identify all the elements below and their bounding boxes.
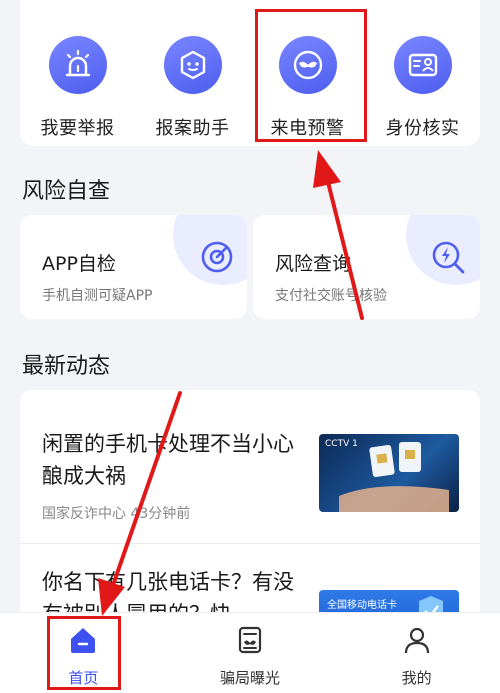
feature-label: 身份核实 bbox=[385, 118, 460, 139]
mask-call-warning-icon bbox=[278, 36, 337, 94]
feature-id-verify[interactable]: 身份核实 bbox=[365, 0, 480, 146]
risk-card-app-check[interactable]: APP自检 手机自测可疑APP bbox=[20, 215, 247, 319]
nav-scam-exposure[interactable]: 骗局曝光 bbox=[167, 613, 334, 693]
lightning-search-icon bbox=[430, 239, 468, 281]
feature-label: 我要举报 bbox=[40, 118, 115, 139]
robot-assistant-icon bbox=[163, 36, 222, 94]
annotation-arrowhead-up bbox=[313, 150, 341, 188]
feature-label: 报案助手 bbox=[155, 118, 230, 139]
risk-card-risk-query[interactable]: 风险查询 支付社交账号核验 bbox=[253, 215, 480, 319]
news-thumbnail: CCTV 1 bbox=[319, 434, 459, 512]
news-meta: 国家反诈中心 43分钟前 bbox=[42, 503, 190, 523]
news-time: 43分钟前 bbox=[130, 506, 191, 522]
feature-report[interactable]: 我要举报 bbox=[20, 0, 135, 146]
bottom-navbar: 首页 骗局曝光 我的 bbox=[0, 612, 500, 693]
id-card-icon bbox=[393, 36, 452, 94]
nav-label: 我的 bbox=[401, 669, 432, 687]
section-title-news: 最新动态 bbox=[22, 354, 111, 379]
feature-case-assistant[interactable]: 报案助手 bbox=[135, 0, 250, 146]
risk-card-title: 风险查询 bbox=[275, 253, 352, 275]
nav-label: 骗局曝光 bbox=[220, 669, 281, 687]
news-list: 闲置的手机卡处理不当小心酿成大祸 国家反诈中心 43分钟前 CCTV 1 你名下… bbox=[20, 390, 480, 630]
feature-call-warning[interactable]: 来电预警 bbox=[250, 0, 365, 146]
nav-mine[interactable]: 我的 bbox=[333, 613, 500, 693]
nav-home[interactable]: 首页 bbox=[0, 613, 167, 693]
news-item[interactable]: 闲置的手机卡处理不当小心酿成大祸 国家反诈中心 43分钟前 CCTV 1 bbox=[20, 390, 480, 543]
risk-card-subtitle: 手机自测可疑APP bbox=[42, 288, 153, 304]
scam-exposure-icon bbox=[235, 625, 265, 659]
feature-grid: 我要举报 报案助手 来电预警 身份核实 bbox=[20, 0, 480, 146]
sim-card-illustration bbox=[339, 442, 449, 512]
risk-card-subtitle: 支付社交账号核验 bbox=[275, 288, 387, 304]
user-icon bbox=[402, 625, 432, 659]
home-icon bbox=[68, 625, 98, 659]
news-title: 闲置的手机卡处理不当小心酿成大祸 bbox=[42, 432, 294, 488]
alarm-light-icon bbox=[48, 36, 107, 94]
news-source: 国家反诈中心 bbox=[42, 506, 126, 522]
nav-label: 首页 bbox=[68, 669, 99, 687]
feature-label: 来电预警 bbox=[270, 118, 345, 139]
scan-target-icon bbox=[199, 239, 235, 279]
risk-card-title: APP自检 bbox=[42, 253, 116, 275]
section-title-risk-check: 风险自查 bbox=[22, 179, 111, 204]
